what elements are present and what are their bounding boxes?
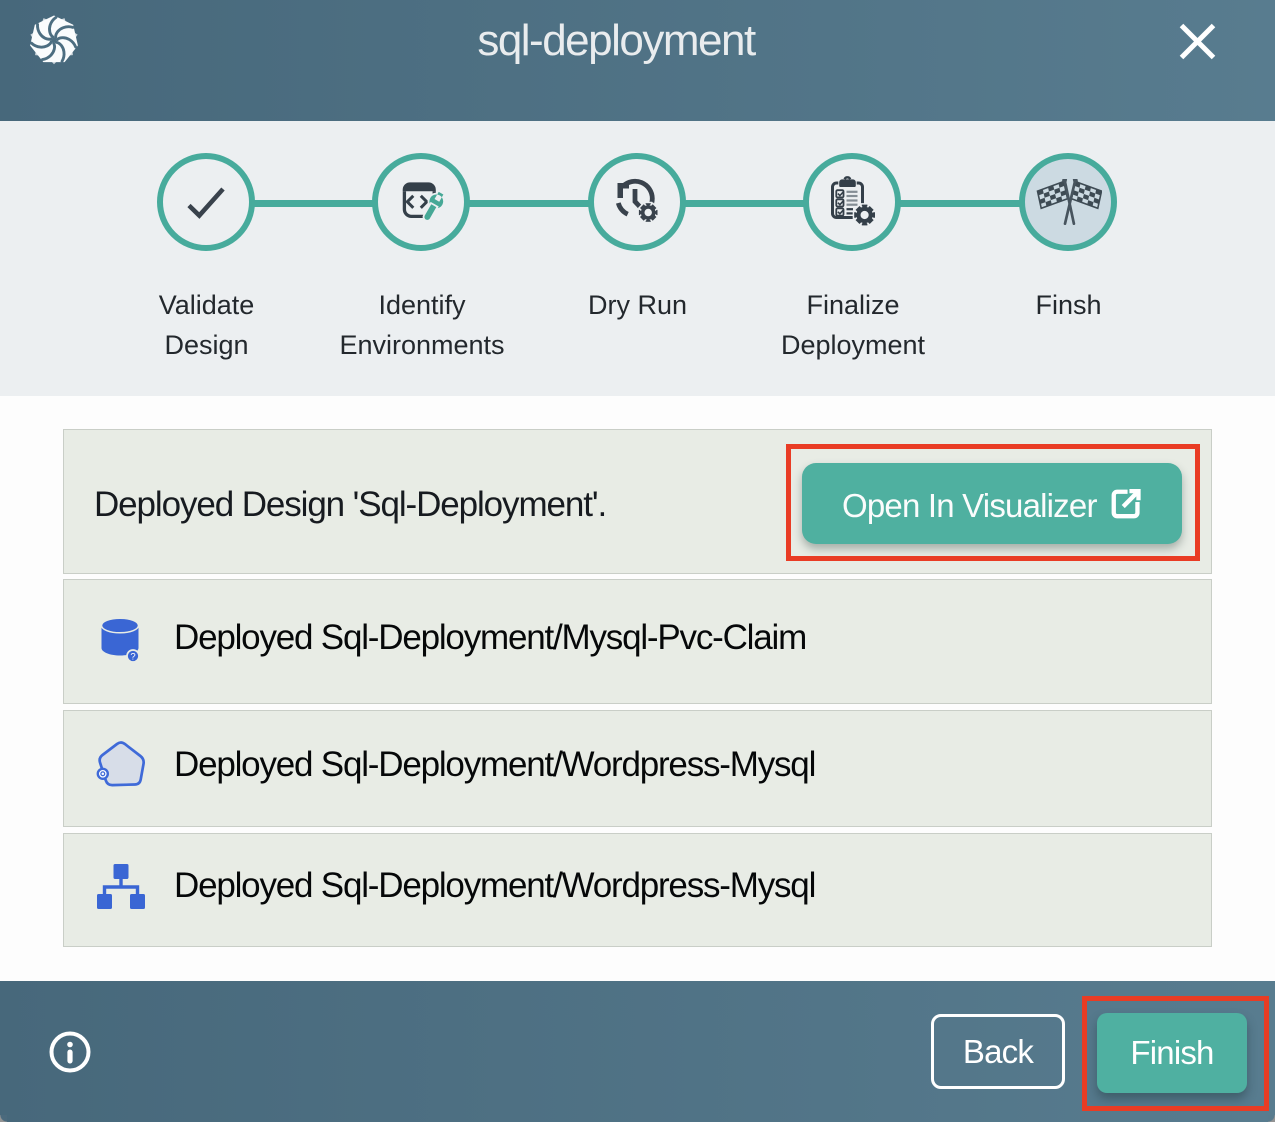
- svg-text:?: ?: [130, 652, 135, 663]
